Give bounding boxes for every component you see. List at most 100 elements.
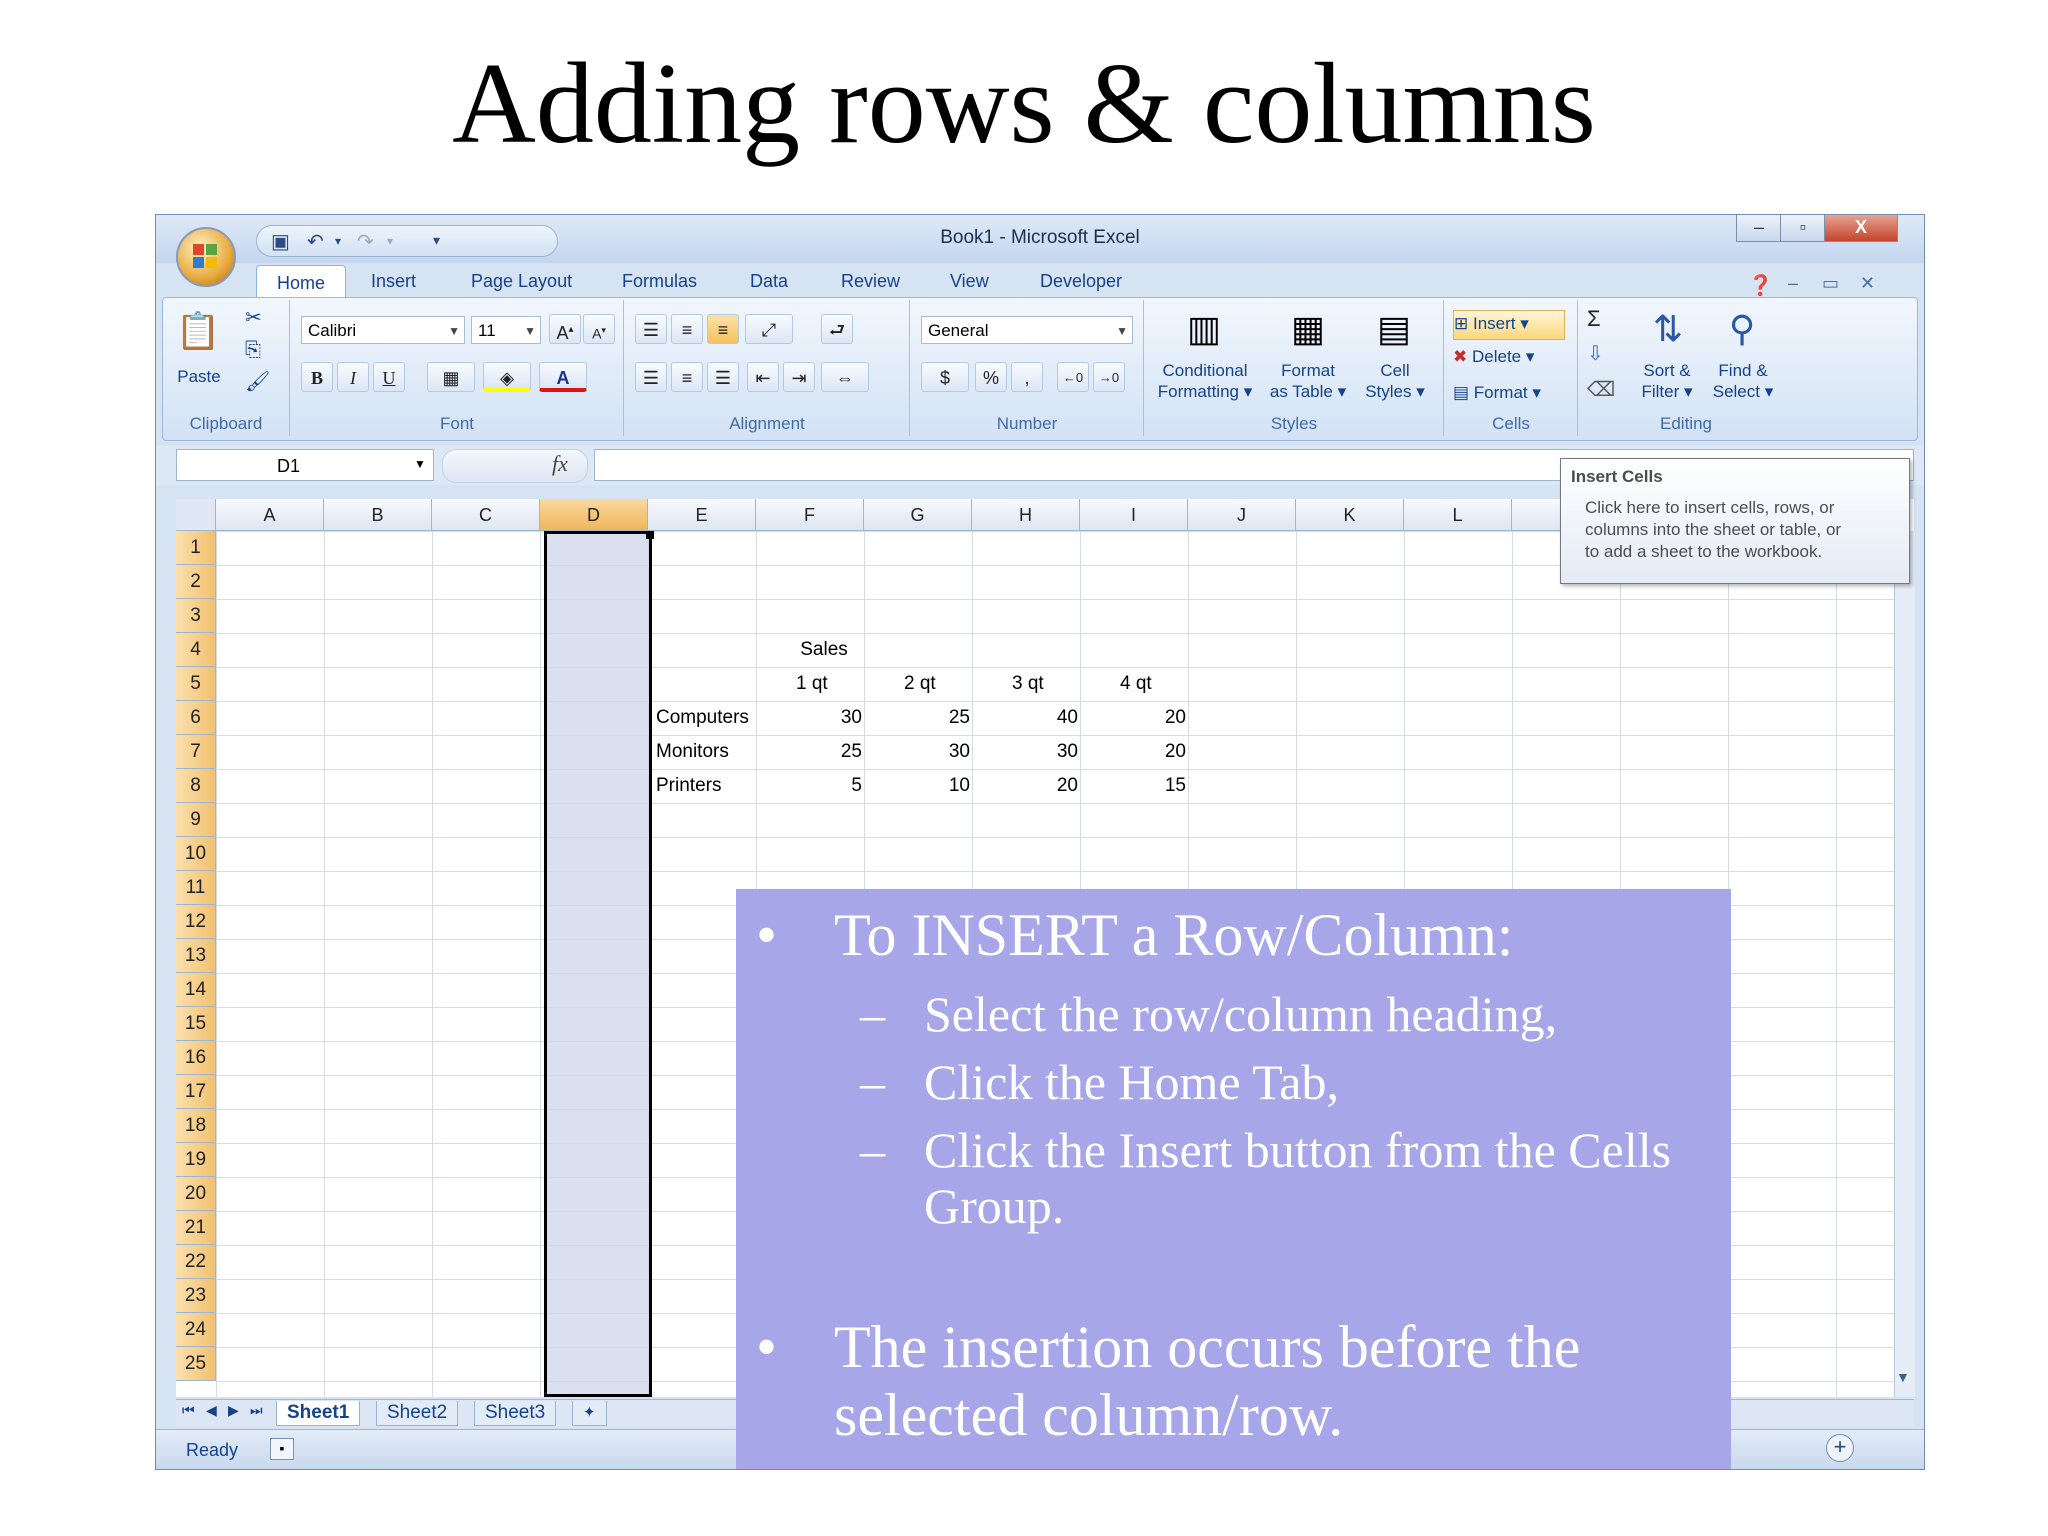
borders-icon[interactable]: ▦ bbox=[427, 362, 475, 392]
value-cell[interactable]: 5 bbox=[762, 769, 862, 803]
value-cell[interactable]: 20 bbox=[1086, 701, 1186, 735]
macro-record-icon[interactable]: ▪ bbox=[270, 1438, 294, 1460]
align-right-icon[interactable]: ☰ bbox=[707, 362, 739, 392]
column-header-e[interactable]: E bbox=[648, 499, 756, 531]
column-header-a[interactable]: A bbox=[216, 499, 324, 531]
value-cell[interactable]: 10 bbox=[870, 769, 970, 803]
tab-home[interactable]: Home bbox=[256, 265, 346, 300]
merge-center-icon[interactable]: ⇔ bbox=[821, 362, 869, 392]
shrink-font-icon[interactable]: A▾ bbox=[583, 314, 615, 344]
column-header-h[interactable]: H bbox=[972, 499, 1080, 531]
column-header-i[interactable]: I bbox=[1080, 499, 1188, 531]
value-cell[interactable]: 30 bbox=[762, 701, 862, 735]
last-sheet-icon[interactable]: ⏭ bbox=[250, 1402, 263, 1419]
header-cell[interactable]: 1 qt bbox=[796, 667, 828, 701]
fill-color-icon[interactable]: ◈ bbox=[483, 362, 531, 392]
header-cell[interactable]: 3 qt bbox=[1012, 667, 1044, 701]
row-header-16[interactable]: 16 bbox=[176, 1041, 216, 1075]
tab-insert[interactable]: Insert bbox=[371, 271, 416, 292]
sales-title-cell[interactable]: Sales bbox=[772, 633, 876, 667]
delete-cells-button[interactable]: ✖ Delete ▾ bbox=[1453, 346, 1534, 367]
value-cell[interactable]: 30 bbox=[870, 735, 970, 769]
conditional-formatting-icon[interactable]: ▥ bbox=[1181, 306, 1227, 352]
tab-page-layout[interactable]: Page Layout bbox=[471, 271, 572, 292]
header-cell[interactable]: 2 qt bbox=[904, 667, 936, 701]
row-label-cell[interactable]: Computers bbox=[656, 701, 749, 735]
column-header-b[interactable]: B bbox=[324, 499, 432, 531]
align-center-icon[interactable]: ≡ bbox=[671, 362, 703, 392]
increase-indent-icon[interactable]: ⇥ bbox=[783, 362, 815, 392]
row-header-12[interactable]: 12 bbox=[176, 905, 216, 939]
paste-button[interactable]: Paste bbox=[171, 366, 227, 387]
italic-button[interactable]: I bbox=[337, 362, 369, 392]
wrap-text-icon[interactable]: ⮐ bbox=[821, 314, 853, 344]
percent-button[interactable]: % bbox=[975, 362, 1007, 392]
tab-review[interactable]: Review bbox=[841, 271, 900, 292]
tab-formulas[interactable]: Formulas bbox=[622, 271, 697, 292]
bold-button[interactable]: B bbox=[301, 362, 333, 392]
row-header-14[interactable]: 14 bbox=[176, 973, 216, 1007]
sheet-tab-sheet3[interactable]: Sheet3 bbox=[474, 1401, 557, 1426]
sheet-tab-sheet2[interactable]: Sheet2 bbox=[376, 1401, 459, 1426]
header-cell[interactable]: 4 qt bbox=[1120, 667, 1152, 701]
row-header-8[interactable]: 8 bbox=[176, 769, 216, 803]
conditional-formatting-button[interactable]: Conditional Formatting ▾ bbox=[1151, 360, 1259, 402]
format-as-table-icon[interactable]: ▦ bbox=[1285, 306, 1331, 352]
underline-button[interactable]: U bbox=[373, 362, 405, 392]
column-header-k[interactable]: K bbox=[1296, 499, 1404, 531]
column-header-f[interactable]: F bbox=[756, 499, 864, 531]
chevron-down-icon[interactable]: ▼ bbox=[414, 457, 426, 471]
redo-icon[interactable]: ↷ bbox=[357, 229, 374, 254]
binoculars-icon[interactable]: ⚲ bbox=[1719, 306, 1765, 352]
value-cell[interactable]: 25 bbox=[762, 735, 862, 769]
align-middle-icon[interactable]: ≡ bbox=[671, 314, 703, 344]
row-header-9[interactable]: 9 bbox=[176, 803, 216, 837]
cut-icon[interactable]: ✂ bbox=[245, 308, 262, 329]
row-header-18[interactable]: 18 bbox=[176, 1109, 216, 1143]
row-header-22[interactable]: 22 bbox=[176, 1245, 216, 1279]
customize-qat-icon[interactable]: ▾ bbox=[433, 232, 440, 249]
find-select-button[interactable]: Find & Select ▾ bbox=[1703, 360, 1783, 402]
row-header-3[interactable]: 3 bbox=[176, 599, 216, 633]
tab-view[interactable]: View bbox=[950, 271, 989, 292]
column-header-l[interactable]: L bbox=[1404, 499, 1512, 531]
next-sheet-icon[interactable]: ▶ bbox=[228, 1402, 239, 1419]
decrease-indent-icon[interactable]: ⇤ bbox=[747, 362, 779, 392]
copy-icon[interactable]: ⎘ bbox=[245, 340, 261, 361]
increase-decimal-icon[interactable]: ←0 bbox=[1057, 362, 1089, 392]
close-button[interactable]: X bbox=[1824, 215, 1898, 242]
insert-sheet-icon[interactable]: ✦ bbox=[572, 1401, 607, 1426]
selected-column[interactable] bbox=[544, 531, 652, 1397]
row-header-5[interactable]: 5 bbox=[176, 667, 216, 701]
fill-handle[interactable] bbox=[646, 531, 654, 539]
row-label-cell[interactable]: Printers bbox=[656, 769, 721, 803]
format-cells-button[interactable]: ▤ Format ▾ bbox=[1453, 382, 1541, 403]
column-header-j[interactable]: J bbox=[1188, 499, 1296, 531]
ribbon-restore-icon[interactable]: ▭ bbox=[1822, 273, 1839, 294]
row-header-6[interactable]: 6 bbox=[176, 701, 216, 735]
sort-filter-button[interactable]: Sort & Filter ▾ bbox=[1631, 360, 1703, 402]
autosum-button[interactable]: Σ bbox=[1587, 308, 1601, 330]
format-painter-icon[interactable]: 🖌 bbox=[245, 372, 270, 393]
row-header-7[interactable]: 7 bbox=[176, 735, 216, 769]
row-header-13[interactable]: 13 bbox=[176, 939, 216, 973]
tab-data[interactable]: Data bbox=[750, 271, 788, 292]
clear-icon[interactable]: ⌫ bbox=[1587, 380, 1615, 401]
restore-button[interactable]: ▫ bbox=[1780, 215, 1826, 242]
column-header-d[interactable]: D bbox=[540, 499, 648, 531]
save-icon[interactable]: ▣ bbox=[271, 229, 290, 254]
align-bottom-icon[interactable]: ≡ bbox=[707, 314, 739, 344]
row-header-2[interactable]: 2 bbox=[176, 565, 216, 599]
fill-icon[interactable]: ⇩ bbox=[1587, 344, 1604, 365]
grow-font-icon[interactable]: A▴ bbox=[549, 314, 581, 344]
font-size-combo[interactable]: 11 ▼ bbox=[471, 316, 541, 344]
align-left-icon[interactable]: ☰ bbox=[635, 362, 667, 392]
paste-icon[interactable]: 📋 bbox=[175, 308, 221, 354]
value-cell[interactable]: 30 bbox=[978, 735, 1078, 769]
redo-dropdown-icon[interactable]: ▾ bbox=[387, 234, 393, 248]
column-header-c[interactable]: C bbox=[432, 499, 540, 531]
cell-styles-button[interactable]: Cell Styles ▾ bbox=[1357, 360, 1433, 402]
ribbon-close-icon[interactable]: ✕ bbox=[1860, 273, 1875, 294]
help-icon[interactable]: ❓ bbox=[1748, 273, 1773, 298]
row-header-11[interactable]: 11 bbox=[176, 871, 216, 905]
